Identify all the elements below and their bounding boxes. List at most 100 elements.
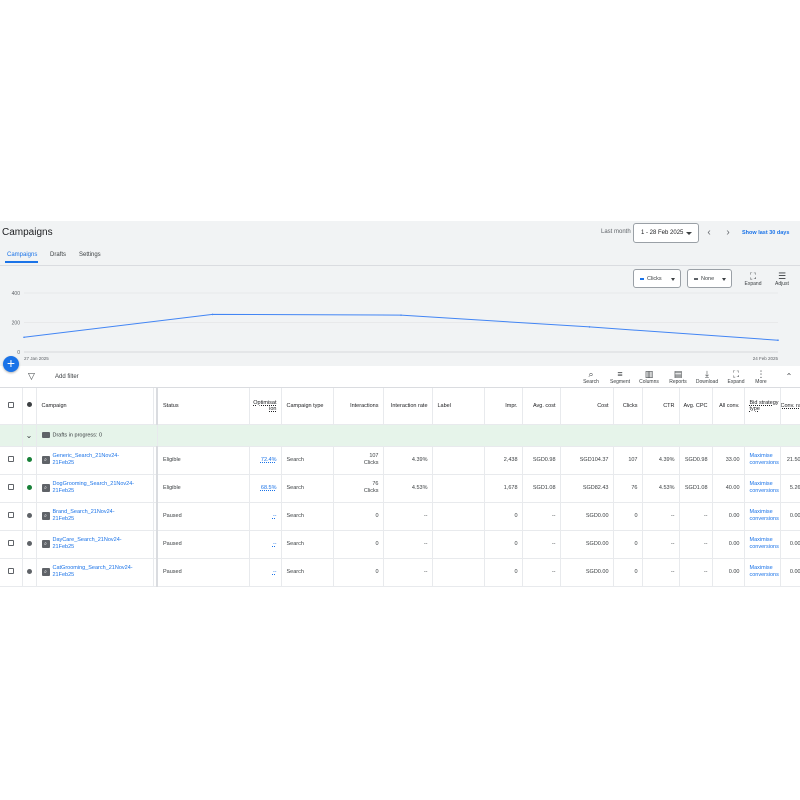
col-avg-cpc[interactable]: Avg. CPC — [679, 388, 713, 425]
cell-bid-strategy[interactable]: Maximise conversions — [744, 502, 781, 531]
col-impr[interactable]: Impr. — [484, 388, 523, 425]
campaign-name-link[interactable]: Brand_Search_21Nov24-21Feb25 — [53, 509, 115, 523]
columns-button[interactable]: ▥ Columns — [637, 369, 661, 385]
campaign-name-link[interactable]: Generic_Search_21Nov24-21Feb25 — [53, 453, 120, 467]
drafts-row[interactable]: ⌄ Drafts in progress: 0 — [0, 424, 800, 447]
cell-ctr: -- — [642, 558, 680, 587]
cell-clicks: 107 — [613, 446, 643, 475]
status-dot[interactable] — [22, 446, 37, 475]
cell-bid-strategy[interactable]: Maximise conversions — [744, 446, 781, 475]
cell-bid-strategy[interactable]: Maximise conversions — [744, 474, 781, 503]
campaign-name-cell[interactable]: ⌕Generic_Search_21Nov24-21Feb25 — [36, 446, 154, 475]
search-button[interactable]: ⌕ Search — [580, 369, 602, 385]
row-checkbox[interactable] — [0, 558, 23, 587]
cell-opt[interactable]: -- — [249, 502, 282, 531]
chevron-up-icon[interactable]: ⌃ — [783, 372, 795, 381]
metric1-selector[interactable]: Clicks — [633, 269, 681, 288]
row-checkbox[interactable] — [0, 474, 23, 503]
chevron-right-icon[interactable]: › — [722, 227, 734, 239]
col-ctr[interactable]: CTR — [642, 388, 680, 425]
col-label[interactable]: Label — [432, 388, 485, 425]
campaign-name-link[interactable]: CatGrooming_Search_21Nov24-21Feb25 — [53, 565, 133, 579]
cell-status: Eligible — [157, 446, 250, 475]
download-button[interactable]: ⤓ Download — [694, 369, 720, 385]
cell-interactions: 76 Clicks — [333, 474, 384, 503]
chart-adjust-label: Adjust — [775, 281, 789, 287]
date-range-selector[interactable]: 1 - 28 Feb 2025 — [633, 223, 699, 243]
cell-bid-strategy[interactable]: Maximise conversions — [744, 558, 781, 587]
y-tick-label: 0 — [17, 350, 20, 356]
row-checkbox[interactable] — [0, 502, 23, 531]
select-all-checkbox[interactable] — [0, 388, 23, 425]
search-campaign-icon: ⌕ — [41, 512, 50, 520]
campaign-name-cell[interactable]: ⌕CatGrooming_Search_21Nov24-21Feb25 — [36, 558, 154, 587]
col-clicks[interactable]: Clicks — [613, 388, 643, 425]
col-all-conv[interactable]: All conv. — [712, 388, 745, 425]
table-row[interactable]: ⌕Generic_Search_21Nov24-21Feb25 Eligible 7… — [0, 446, 800, 475]
tab-campaigns[interactable]: Campaigns — [7, 252, 37, 258]
data-point — [211, 313, 214, 316]
segment-icon: ≡ — [617, 369, 623, 379]
col-status[interactable]: Status — [157, 388, 250, 425]
chart-adjust-button[interactable]: ☰ Adjust — [771, 271, 793, 287]
col-interactions[interactable]: Interactions — [333, 388, 384, 425]
page-title: Campaigns — [2, 227, 53, 238]
segment-button[interactable]: ≡ Segment — [608, 369, 632, 385]
cell-cpc: SGD0.98 — [679, 446, 713, 475]
search-campaign-icon: ⌕ — [41, 484, 50, 492]
col-conv-rate[interactable]: Conv. rate — [780, 388, 800, 425]
cell-cpc: SGD1.08 — [679, 474, 713, 503]
metric2-selector[interactable]: None — [687, 269, 732, 288]
col-interaction-rate[interactable]: Interaction rate — [383, 388, 433, 425]
campaign-name-link[interactable]: DogGrooming_Search_21Nov24-21Feb25 — [53, 481, 135, 495]
table-row[interactable]: ⌕Brand_Search_21Nov24-21Feb25 Paused -- Sea… — [0, 502, 800, 531]
cell-cost: SGD82.43 — [560, 474, 614, 503]
campaign-name-cell[interactable]: ⌕DogGrooming_Search_21Nov24-21Feb25 — [36, 474, 154, 503]
show-last-30-days-link[interactable]: Show last 30 days — [742, 230, 789, 236]
chevron-down-icon[interactable]: ⌄ — [22, 424, 37, 447]
chart-expand-button[interactable]: ⛶ Expand — [742, 271, 764, 287]
data-point — [400, 314, 402, 316]
table-row[interactable]: ⌕CatGrooming_Search_21Nov24-21Feb25 Pause… — [0, 558, 800, 587]
cell-type: Search — [281, 558, 334, 587]
cell-opt[interactable]: -- — [249, 530, 282, 559]
cell-opt[interactable]: 68.5% — [249, 474, 282, 503]
filter-icon[interactable]: ▽ — [28, 371, 35, 382]
row-checkbox[interactable] — [0, 446, 23, 475]
reports-button[interactable]: ▤ Reports — [666, 369, 690, 385]
tab-settings[interactable]: Settings — [79, 252, 101, 258]
cell-opt[interactable]: 72.4% — [249, 446, 282, 475]
campaign-name-link[interactable]: DayCare_Search_21Nov24-21Feb25 — [53, 537, 122, 551]
col-cost[interactable]: Cost — [560, 388, 614, 425]
col-campaign-type[interactable]: Campaign type — [281, 388, 334, 425]
add-campaign-button[interactable]: + — [3, 356, 19, 372]
cell-type: Search — [281, 502, 334, 531]
table-row[interactable]: ⌕DogGrooming_Search_21Nov24-21Feb25 Eligi… — [0, 474, 800, 503]
status-dot[interactable] — [22, 530, 37, 559]
table-row[interactable]: ⌕DayCare_Search_21Nov24-21Feb25 Paused -- S… — [0, 530, 800, 559]
campaign-name-cell[interactable]: ⌕Brand_Search_21Nov24-21Feb25 — [36, 502, 154, 531]
table-expand-button[interactable]: ⛶ Expand — [725, 369, 747, 385]
tab-drafts[interactable]: Drafts — [50, 252, 66, 258]
status-dot[interactable] — [22, 558, 37, 587]
col-optimisation[interactable]: Optimisat ion — [249, 388, 282, 425]
status-dot[interactable] — [22, 502, 37, 531]
col-campaign[interactable]: Campaign — [36, 388, 154, 425]
cell-opt[interactable]: -- — [249, 558, 282, 587]
cell-bid-strategy[interactable]: Maximise conversions — [744, 530, 781, 559]
series-swatch — [640, 277, 644, 280]
campaign-name-cell[interactable]: ⌕DayCare_Search_21Nov24-21Feb25 — [36, 530, 154, 559]
search-icon: ⌕ — [588, 369, 594, 379]
folder-icon — [41, 431, 50, 438]
col-bid-strategy[interactable]: Bid strategy type — [744, 388, 781, 425]
chevron-left-icon[interactable]: ‹ — [703, 227, 715, 239]
cell-conv-rate: 0.00% — [780, 502, 800, 531]
cell-interactions: 0 — [333, 502, 384, 531]
search-campaign-icon: ⌕ — [41, 456, 50, 464]
col-avg-cost[interactable]: Avg. cost — [522, 388, 561, 425]
more-button[interactable]: ⋮ More — [750, 369, 772, 385]
row-checkbox[interactable] — [0, 530, 23, 559]
search-campaign-icon: ⌕ — [41, 568, 50, 576]
status-dot[interactable] — [22, 474, 37, 503]
add-filter-button[interactable]: Add filter — [55, 374, 79, 380]
